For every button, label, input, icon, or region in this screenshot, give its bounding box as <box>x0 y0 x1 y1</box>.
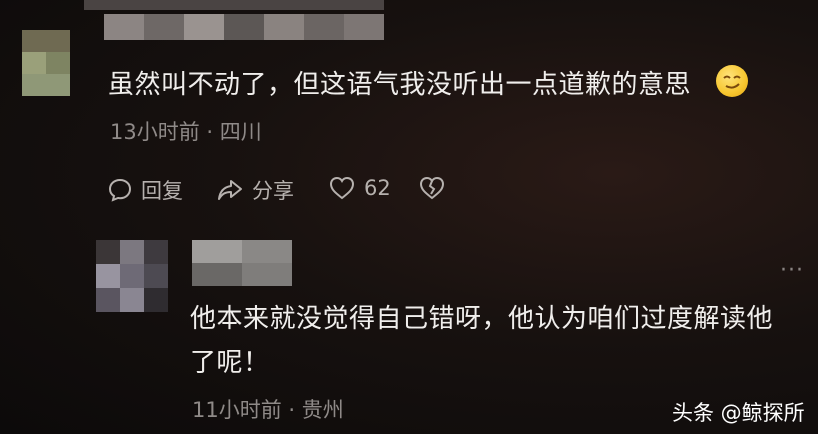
share-button[interactable]: 分享 <box>216 175 294 205</box>
comment1-username-blurred[interactable] <box>84 0 384 44</box>
comment1-text: 虽然叫不动了，但这语气我没听出一点道歉的意思 <box>108 70 692 100</box>
watermark: 头条 @鲸探所 <box>672 401 805 425</box>
like-button[interactable]: 62 <box>328 175 391 201</box>
reply-label: 回复 <box>141 179 183 203</box>
heart-icon <box>328 175 356 201</box>
comment2-text-line2: 了呢！ <box>190 348 270 378</box>
comment2-username-blurred[interactable] <box>192 240 292 286</box>
dislike-button[interactable] <box>418 175 446 201</box>
smirking-face-icon <box>716 65 748 97</box>
comment-bubble-icon <box>107 177 133 203</box>
more-dots-icon[interactable]: ··· <box>780 258 804 283</box>
reply-button[interactable]: 回复 <box>107 175 183 205</box>
like-count: 62 <box>364 176 391 200</box>
share-arrow-icon <box>216 177 244 203</box>
broken-heart-icon <box>418 175 446 201</box>
comment2-text-line1: 他本来就没觉得自己错呀，他认为咱们过度解读他 <box>190 304 774 334</box>
share-label: 分享 <box>252 179 294 203</box>
comment2-avatar[interactable] <box>96 240 168 312</box>
comment2-meta: 11小时前 · 贵州 <box>192 398 344 422</box>
comment1-meta: 13小时前 · 四川 <box>110 120 262 144</box>
comment1-avatar[interactable] <box>22 30 70 96</box>
